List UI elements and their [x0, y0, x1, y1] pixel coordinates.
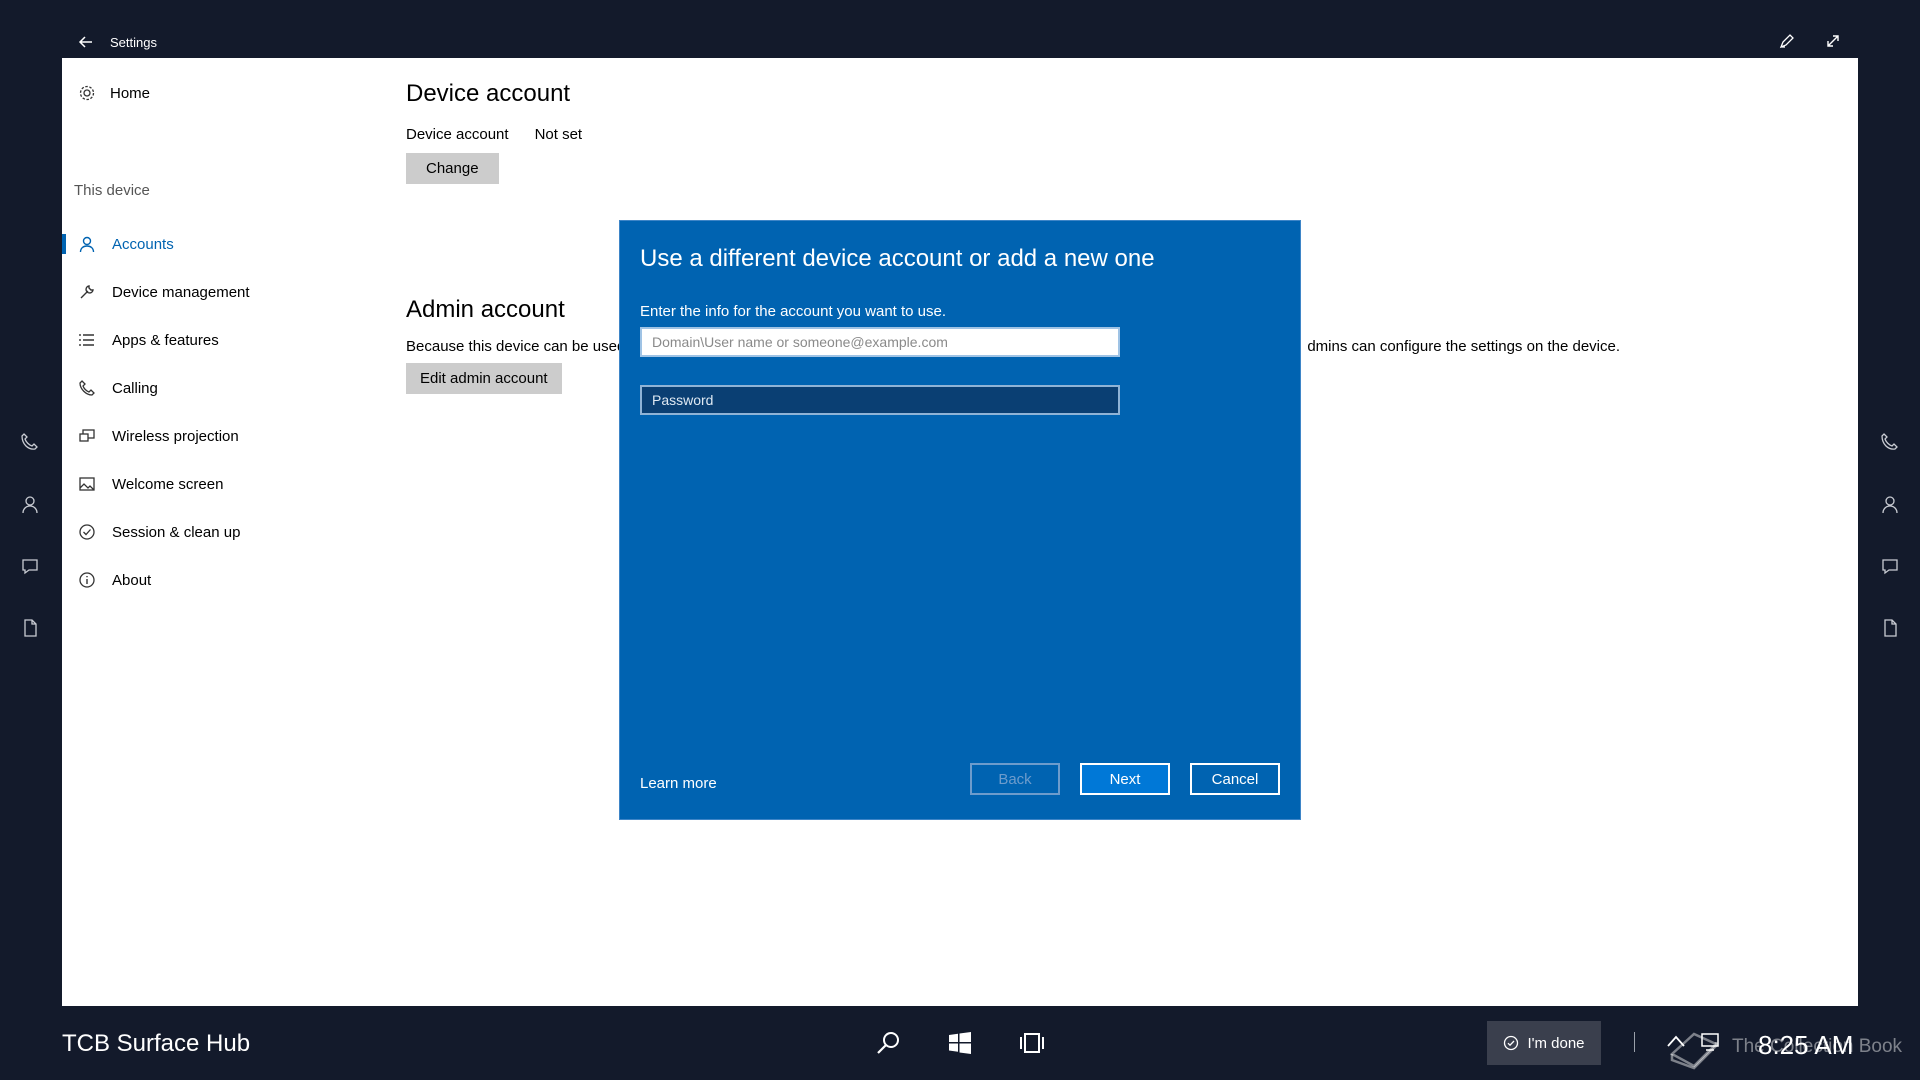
task-view-icon[interactable]	[1018, 1029, 1046, 1057]
dialog-subtitle: Enter the info for the account you want …	[640, 303, 947, 320]
sidebar-item-label: Apps & features	[112, 331, 219, 349]
im-done-label: I'm done	[1527, 1034, 1585, 1052]
search-icon[interactable]	[874, 1029, 902, 1057]
device-account-label: Device account	[406, 126, 509, 143]
sidebar-item-wireless-projection[interactable]: Wireless projection	[62, 412, 392, 460]
im-done-button[interactable]: I'm done	[1487, 1021, 1601, 1065]
sidebar-item-welcome-screen[interactable]: Welcome screen	[62, 460, 392, 508]
left-rail	[10, 432, 50, 680]
sidebar-item-label: Welcome screen	[112, 475, 224, 493]
phone-icon[interactable]	[1880, 432, 1900, 452]
gear-icon	[79, 85, 95, 101]
network-icon[interactable]	[1700, 1030, 1722, 1052]
person-icon[interactable]	[1880, 494, 1900, 514]
phone-icon[interactable]	[20, 432, 40, 452]
sidebar-nav: Accounts Device management Apps & featur…	[62, 220, 392, 604]
chevron-up-icon[interactable]	[1666, 1034, 1686, 1048]
back-button[interactable]: Back	[970, 763, 1060, 795]
username-input[interactable]	[640, 327, 1120, 357]
info-icon	[79, 572, 95, 588]
taskbar-separator	[1634, 1032, 1635, 1052]
sidebar-item-label: Device management	[112, 283, 250, 301]
cancel-button[interactable]: Cancel	[1190, 763, 1280, 795]
taskbar-clock: 8:25 AM	[1758, 1030, 1854, 1060]
password-input[interactable]	[640, 385, 1120, 415]
chat-icon[interactable]	[1880, 556, 1900, 576]
learn-more-link[interactable]: Learn more	[640, 775, 717, 792]
edit-admin-account-button[interactable]: Edit admin account	[406, 363, 562, 394]
document-icon[interactable]	[20, 618, 40, 638]
dialog-title: Use a different device account or add a …	[640, 245, 1155, 272]
check-circle-icon	[79, 524, 95, 540]
person-icon	[79, 236, 95, 253]
sidebar-item-accounts[interactable]: Accounts	[62, 220, 392, 268]
next-button[interactable]: Next	[1080, 763, 1170, 795]
sidebar-item-device-management[interactable]: Device management	[62, 268, 392, 316]
chat-icon[interactable]	[20, 556, 40, 576]
document-icon[interactable]	[1880, 618, 1900, 638]
wrench-icon	[80, 285, 94, 299]
sidebar-home[interactable]: Home	[78, 84, 150, 102]
back-arrow-icon[interactable]	[76, 32, 96, 52]
window-title: Settings	[110, 35, 157, 50]
device-account-value: Not set	[534, 126, 583, 143]
projection-icon	[79, 429, 95, 442]
change-button[interactable]: Change	[406, 153, 499, 184]
phone-icon	[79, 380, 95, 396]
expand-icon[interactable]	[1824, 32, 1842, 50]
sidebar-item-apps-features[interactable]: Apps & features	[62, 316, 392, 364]
sidebar-item-label: About	[112, 571, 152, 589]
main-content: Device account Device account Not set Ch…	[406, 80, 1826, 394]
sidebar-item-label: Accounts	[112, 235, 174, 253]
device-account-row: Device account Not set	[406, 126, 1826, 143]
device-name: TCB Surface Hub	[62, 1030, 251, 1057]
image-icon	[79, 477, 95, 491]
sidebar-item-about[interactable]: About	[62, 556, 392, 604]
list-icon	[79, 334, 94, 346]
admin-description-start: Because this device can be used	[406, 338, 626, 355]
sidebar-item-session-clean-up[interactable]: Session & clean up	[62, 508, 392, 556]
person-icon[interactable]	[20, 494, 40, 514]
windows-start-icon[interactable]	[946, 1029, 974, 1057]
pen-icon[interactable]	[1778, 32, 1796, 50]
check-circle-icon	[1504, 1035, 1519, 1051]
section-label: This device	[74, 182, 150, 199]
title-bar: Settings	[62, 28, 1858, 58]
admin-description-end: dmins can configure the settings on the …	[1307, 338, 1620, 355]
sidebar-item-calling[interactable]: Calling	[62, 364, 392, 412]
sidebar-item-label: Session & clean up	[112, 523, 241, 541]
device-account-dialog: Use a different device account or add a …	[619, 220, 1301, 820]
sidebar-item-label: Calling	[112, 379, 158, 397]
right-rail	[1870, 432, 1910, 680]
home-label: Home	[110, 84, 151, 102]
device-account-heading: Device account	[406, 80, 571, 107]
sidebar-item-label: Wireless projection	[112, 427, 239, 445]
